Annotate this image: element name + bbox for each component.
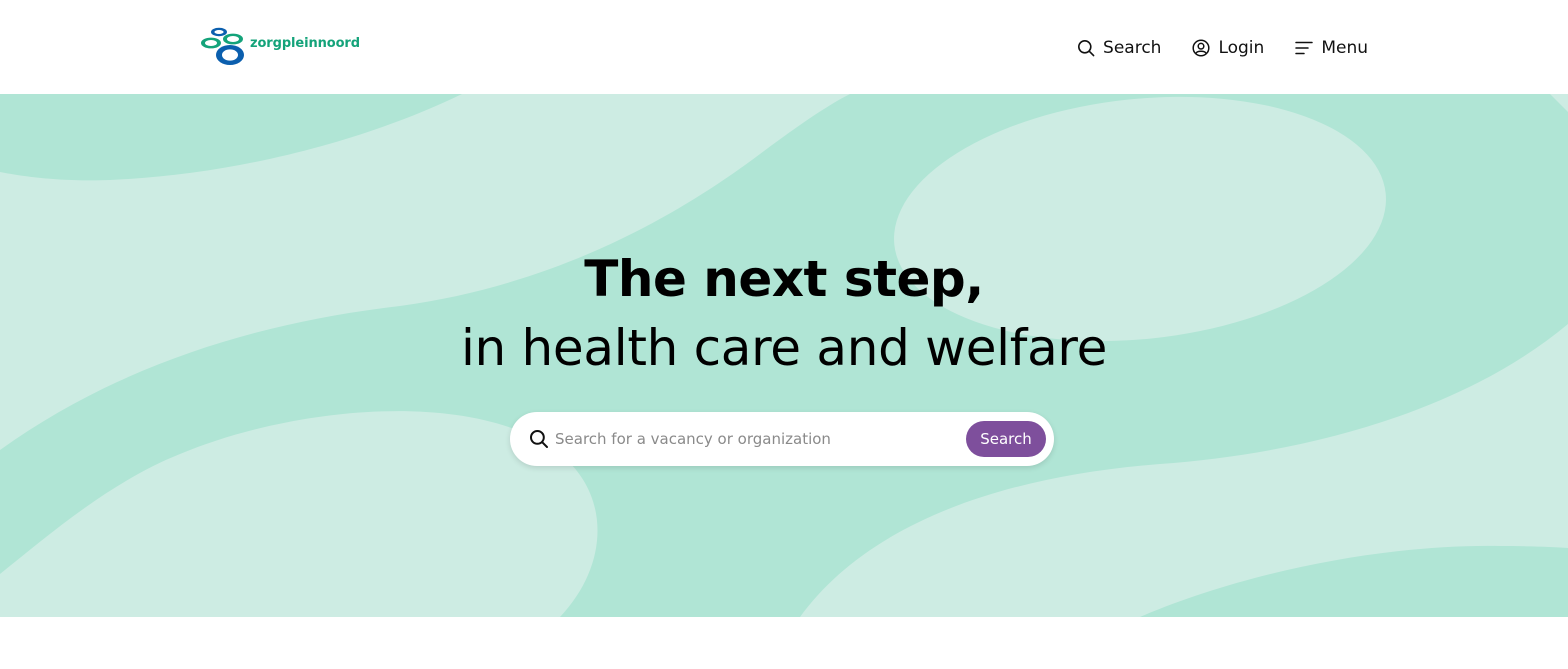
nav-login-button[interactable]: Login (1192, 36, 1264, 60)
search-icon (1078, 40, 1095, 57)
zorgpleinnoord-logo-icon (201, 27, 244, 65)
nav-menu-button[interactable]: Menu (1295, 36, 1368, 60)
hero-search-input[interactable] (554, 422, 964, 456)
hero-section: The next step, in health care and welfar… (0, 94, 1568, 617)
hero-headline: The next step, (584, 250, 984, 308)
logo-wordmark: zorgpleinnoord (250, 35, 360, 51)
main-nav: Search Login Menu (1077, 36, 1368, 60)
nav-menu-label: Menu (1321, 38, 1368, 58)
site-logo[interactable]: zorgpleinnoord (200, 26, 360, 68)
hero-search-form: Search (510, 412, 1054, 466)
nav-search-label: Search (1103, 38, 1162, 58)
search-icon (529, 429, 548, 448)
hamburger-menu-icon (1295, 41, 1314, 55)
nav-search-button[interactable]: Search (1077, 36, 1161, 60)
hero-search-button[interactable]: Search (966, 421, 1046, 457)
site-header: zorgpleinnoord Search Login Menu (0, 0, 1568, 94)
user-circle-icon (1192, 39, 1210, 57)
hero-subheadline: in health care and welfare (460, 319, 1108, 377)
nav-login-label: Login (1218, 38, 1265, 58)
